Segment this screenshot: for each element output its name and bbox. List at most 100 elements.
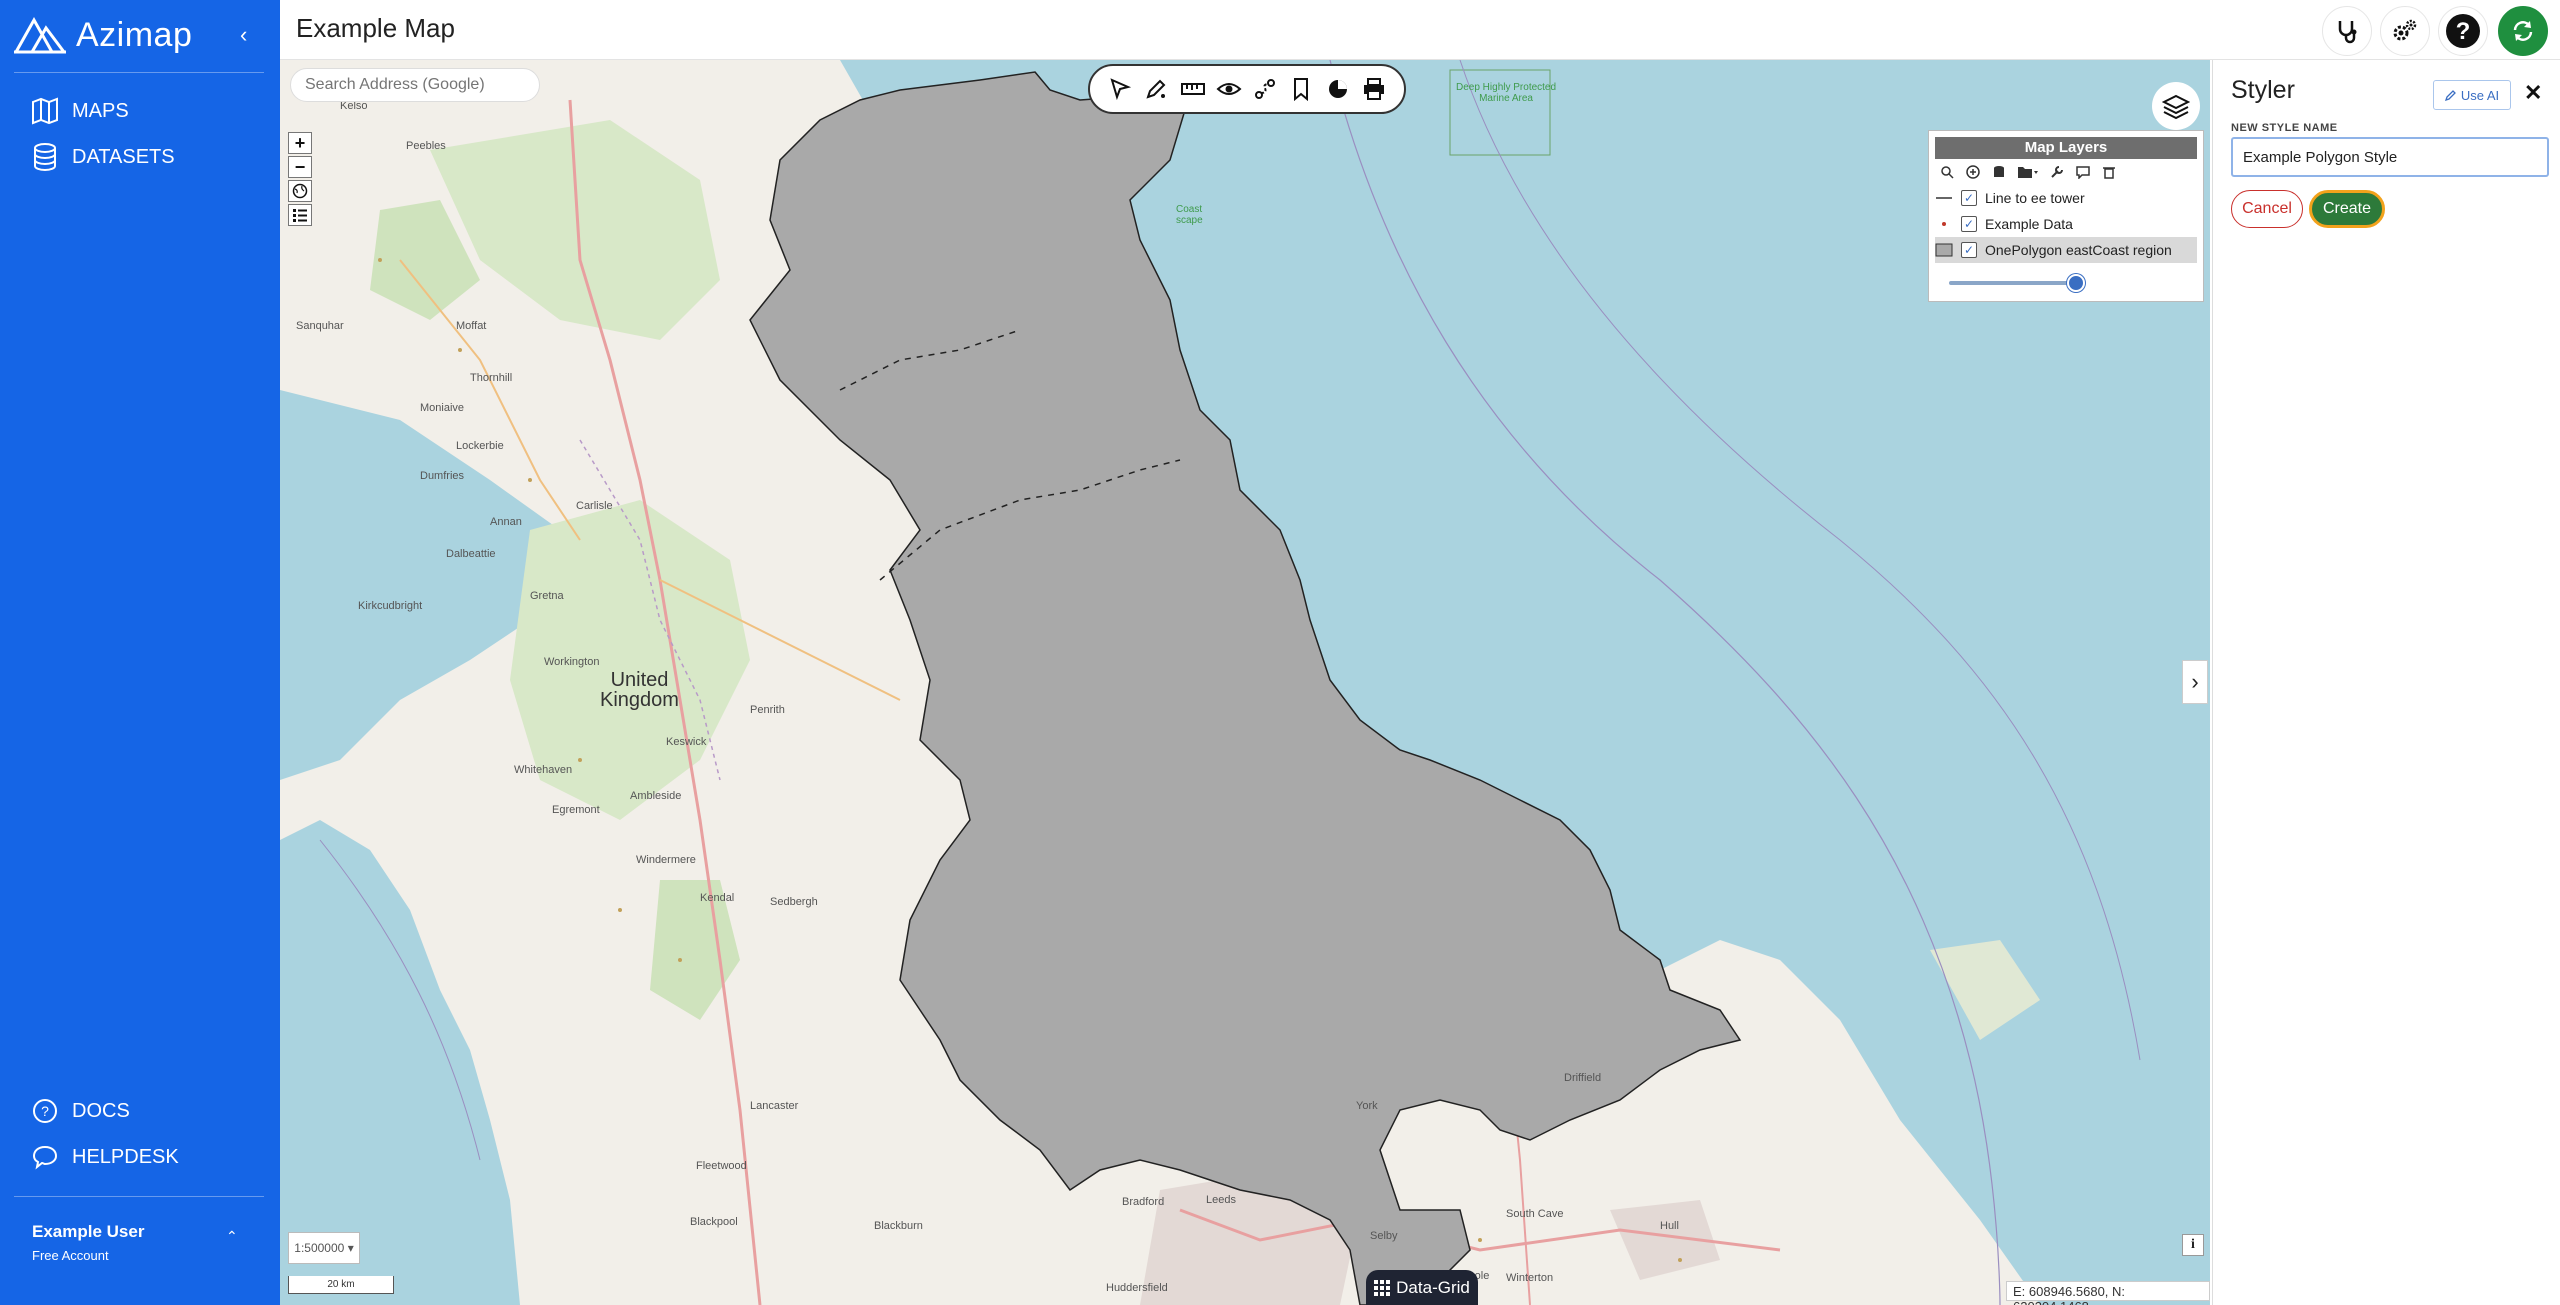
- chevron-right-icon[interactable]: ›: [2182, 660, 2208, 704]
- place-label: Fleetwood: [696, 1160, 747, 1172]
- place-label: Peebles: [406, 140, 446, 152]
- place-label: Whitehaven: [514, 764, 573, 776]
- layer-row[interactable]: ✓ Line to ee tower: [1929, 185, 2203, 211]
- place-label: Annan: [490, 516, 522, 528]
- place-label: Windermere: [636, 854, 696, 866]
- settings-icon[interactable]: [2380, 6, 2430, 56]
- place-label: Bradford: [1122, 1196, 1165, 1208]
- close-icon[interactable]: ✕: [2524, 80, 2542, 106]
- list-icon[interactable]: [288, 204, 312, 226]
- place-label: Egremont: [552, 804, 600, 816]
- measure-icon[interactable]: [1178, 74, 1208, 104]
- scale-select[interactable]: 1:500000 ▾: [288, 1232, 360, 1264]
- layer-row-selected[interactable]: ✓ OnePolygon eastCoast region: [1935, 237, 2197, 263]
- database-icon: [34, 143, 56, 171]
- zoom-in-button[interactable]: +: [288, 132, 312, 154]
- place-label: Penrith: [750, 704, 785, 716]
- wrench-icon[interactable]: [2049, 164, 2065, 180]
- user-name: Example User: [32, 1222, 145, 1241]
- sidebar-item-maps[interactable]: MAPS: [30, 96, 129, 126]
- layers-toolbar: [1929, 159, 2203, 185]
- layer-name: Line to ee tower: [1985, 190, 2085, 206]
- place-label: Thornhill: [470, 372, 513, 384]
- coordinates-readout: E: 608946.5680, N: 620304.1468: [2006, 1281, 2210, 1305]
- data-grid-label: Data-Grid: [1396, 1278, 1470, 1297]
- help-icon[interactable]: ?: [2438, 6, 2488, 56]
- draw-icon[interactable]: [1141, 74, 1171, 104]
- place-label: Lancaster: [750, 1100, 799, 1112]
- coast-label: Coast scape: [1176, 204, 1203, 226]
- place-label: Keswick: [666, 736, 707, 748]
- sidebar-item-datasets[interactable]: DATASETS: [30, 142, 175, 172]
- folder-icon[interactable]: [2017, 164, 2039, 180]
- scale-bar: 20 km: [288, 1276, 394, 1294]
- place-label: Sedbergh: [770, 896, 818, 908]
- map-toolbar: [1088, 64, 1406, 114]
- sync-icon[interactable]: [2498, 6, 2548, 56]
- bookmark-icon[interactable]: [1286, 74, 1316, 104]
- place-label: Kirkcudbright: [358, 600, 423, 612]
- data-grid-button[interactable]: Data-Grid: [1366, 1270, 1478, 1305]
- eye-icon[interactable]: [1214, 74, 1244, 104]
- layers-icon[interactable]: [2152, 82, 2200, 130]
- scale-value: 1:500000: [294, 1241, 345, 1255]
- database-icon[interactable]: [1991, 164, 2007, 180]
- add-layer-icon[interactable]: [1965, 164, 1981, 180]
- comment-icon[interactable]: [2075, 164, 2091, 180]
- caret-down-icon: ▾: [347, 1241, 354, 1255]
- sidebar-item-docs[interactable]: ? DOCS: [30, 1096, 130, 1126]
- page-title: Example Map: [296, 13, 455, 43]
- chevron-up-icon[interactable]: ⌃: [226, 1228, 238, 1245]
- grid-icon: [1374, 1280, 1391, 1296]
- globe-icon[interactable]: [288, 180, 312, 202]
- trash-icon[interactable]: [2101, 164, 2117, 180]
- country-label: United Kingdom: [600, 669, 679, 711]
- search-input[interactable]: [290, 68, 540, 102]
- layer-name: Example Data: [1985, 216, 2073, 232]
- place-label: Blackpool: [690, 1216, 738, 1228]
- create-button[interactable]: Create: [2309, 190, 2385, 228]
- sidebar-item-label: DATASETS: [72, 145, 175, 168]
- map-canvas[interactable]: Peebles Moffat Lockerbie Dumfries Annan …: [280, 60, 2210, 1305]
- pie-chart-icon[interactable]: [1323, 74, 1353, 104]
- layer-row[interactable]: ✓ Example Data: [1929, 211, 2203, 237]
- place-label: Blackburn: [874, 1220, 923, 1232]
- place-label: Dumfries: [420, 470, 465, 482]
- layer-visibility-checkbox[interactable]: ✓: [1961, 190, 1977, 206]
- layers-panel-title: Map Layers: [1935, 137, 2197, 159]
- user-plan: Free Account: [32, 1248, 109, 1263]
- search-icon[interactable]: [1939, 164, 1955, 180]
- use-ai-button[interactable]: Use AI: [2433, 80, 2511, 110]
- azimap-logo-icon: [14, 16, 66, 54]
- info-icon[interactable]: i: [2182, 1234, 2204, 1256]
- style-name-input[interactable]: [2231, 137, 2549, 177]
- layer-name: OnePolygon eastCoast region: [1985, 242, 2172, 258]
- chevron-left-icon[interactable]: ‹: [240, 22, 247, 48]
- layer-opacity-slider[interactable]: [1949, 274, 2085, 292]
- layer-visibility-checkbox[interactable]: ✓: [1961, 216, 1977, 232]
- slider-handle[interactable]: [2067, 274, 2085, 292]
- sidebar: Azimap ‹ MAPS DATASETS ? DOCS HELPDESK E…: [0, 0, 280, 1305]
- place-label: Carlisle: [576, 500, 613, 512]
- stethoscope-icon[interactable]: [2322, 6, 2372, 56]
- place-label: Gretna: [530, 590, 564, 602]
- sidebar-item-helpdesk[interactable]: HELPDESK: [30, 1142, 179, 1172]
- user-block[interactable]: Example User Free Account: [32, 1222, 144, 1263]
- basemap: [280, 60, 2141, 1305]
- route-icon[interactable]: [1250, 74, 1280, 104]
- svg-text:?: ?: [2456, 18, 2471, 45]
- layer-visibility-checkbox[interactable]: ✓: [1961, 242, 1977, 258]
- style-name-label: NEW STYLE NAME: [2231, 122, 2338, 134]
- select-icon[interactable]: [1105, 74, 1135, 104]
- chat-bubble-icon: [32, 1145, 58, 1170]
- zoom-out-button[interactable]: −: [288, 156, 312, 178]
- place-label: Workington: [544, 656, 600, 668]
- print-icon[interactable]: [1359, 74, 1389, 104]
- top-bar: Example Map ?: [280, 0, 2560, 60]
- place-label: Sanquhar: [296, 320, 344, 332]
- place-label: Kendal: [700, 892, 735, 904]
- sea-label: Deep Highly Protected Marine Area: [1456, 82, 1557, 104]
- brand-name: Azimap: [76, 15, 193, 54]
- cancel-button[interactable]: Cancel: [2231, 190, 2303, 228]
- brand[interactable]: Azimap: [14, 12, 192, 58]
